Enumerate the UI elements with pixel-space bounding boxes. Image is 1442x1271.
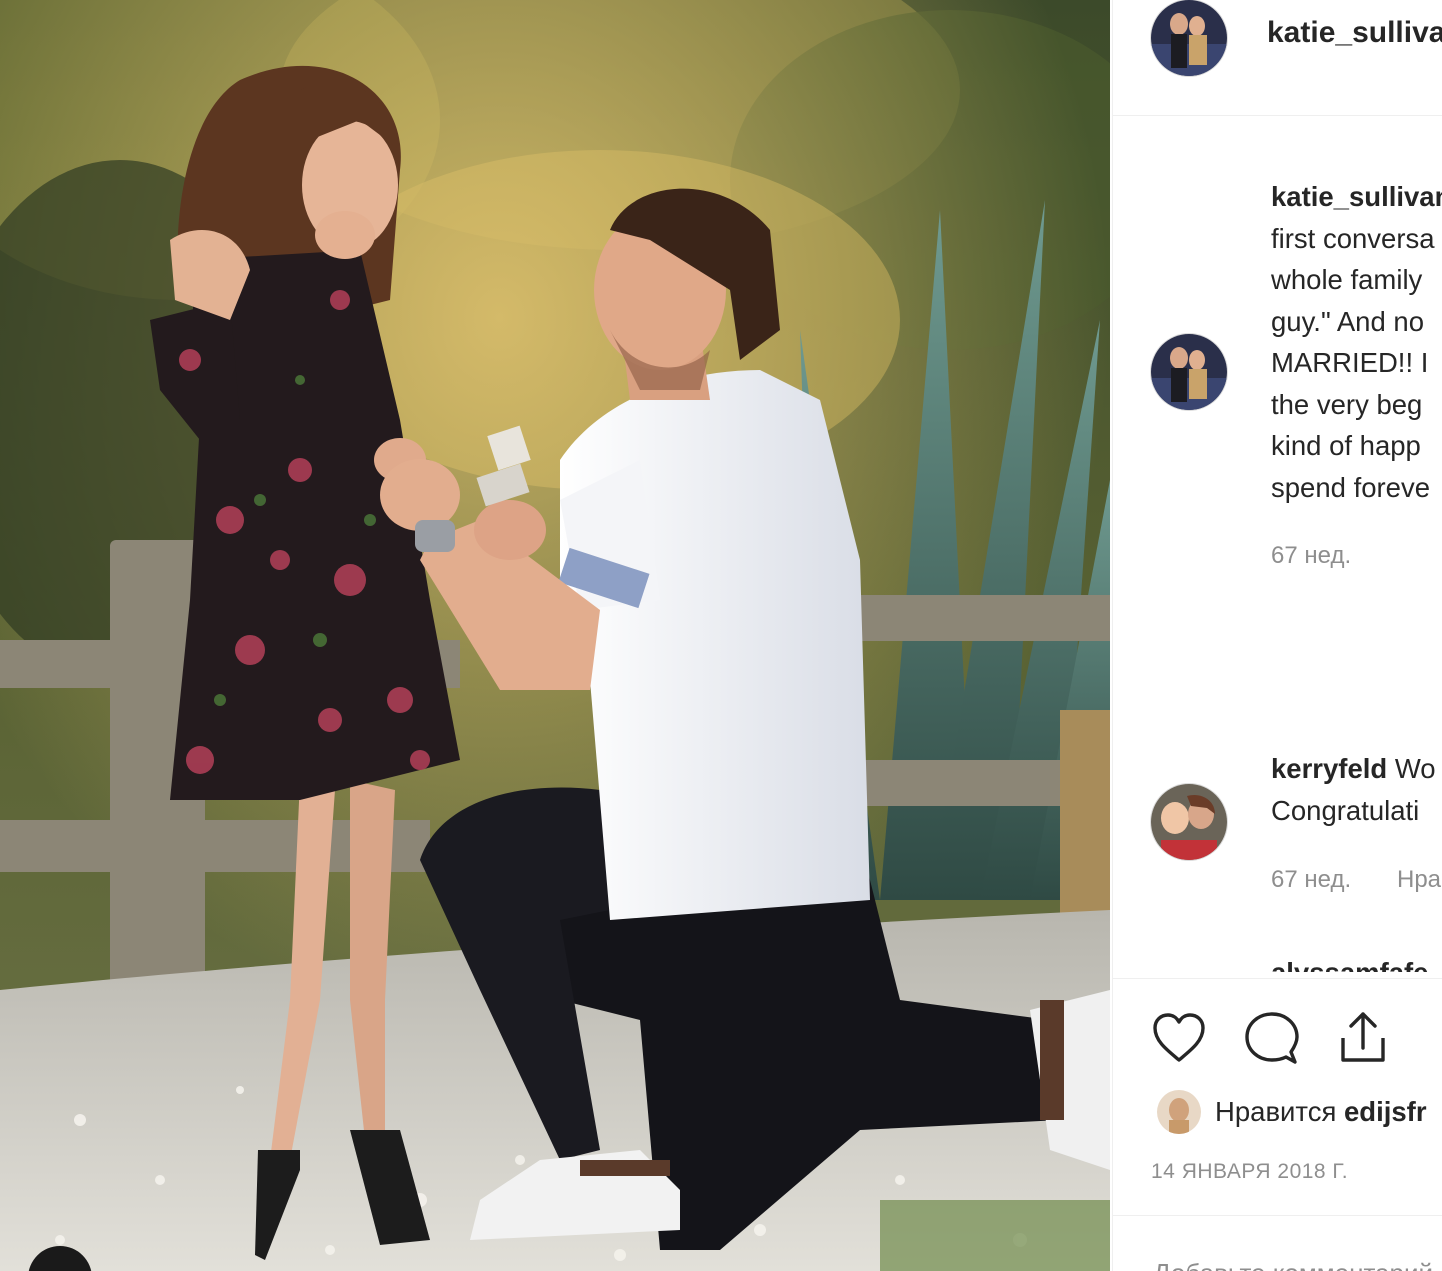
comment: kerryfeld Wo Congratulati [1271, 748, 1436, 831]
post-photo[interactable] [0, 0, 1110, 1271]
like-button[interactable] [1149, 1008, 1209, 1068]
proposal-photo-illustration [0, 0, 1110, 1271]
caption-line: kind of happ [1271, 430, 1421, 461]
comment-like-link[interactable]: Нра [1397, 866, 1441, 894]
likes-summary: Нравится edijsfr [1157, 1090, 1427, 1134]
actions-divider [1113, 978, 1442, 979]
caption-line: MARRIED!! I [1271, 347, 1429, 378]
comment-username[interactable]: kerryfeld [1271, 753, 1387, 784]
post-date[interactable]: 14 ЯНВАРЯ 2018 Г. [1151, 1160, 1348, 1184]
heart-icon [1153, 1013, 1205, 1062]
comment-timestamp[interactable]: 67 нед. [1271, 866, 1351, 894]
post-caption: katie_sullivan_ first conversa whole fam… [1271, 176, 1442, 508]
caption-timestamp[interactable]: 67 нед. [1271, 542, 1351, 570]
author-username[interactable]: katie_sullivan_ [1267, 16, 1442, 50]
commenter-avatar-image [1151, 784, 1227, 860]
comment: alyssamfafe [1271, 948, 1428, 972]
comment-text-line: Congratulati [1271, 794, 1420, 826]
caption-line: the very beg [1271, 388, 1423, 420]
caption-line: whole family [1271, 264, 1423, 295]
share-button[interactable] [1333, 1008, 1393, 1068]
comment-box-divider [1113, 1215, 1442, 1216]
share-icon [1341, 1012, 1385, 1062]
author-avatar[interactable] [1151, 0, 1227, 76]
comment-button[interactable] [1241, 1008, 1301, 1068]
caption-avatar-image [1151, 334, 1227, 410]
liker-avatar[interactable] [1157, 1090, 1201, 1134]
caption-line: first conversa [1271, 222, 1435, 254]
add-comment-input[interactable]: Добавьте комментарий... [1153, 1258, 1442, 1271]
caption-line: spend foreve [1271, 471, 1430, 503]
caption-avatar[interactable] [1151, 334, 1227, 410]
likes-username[interactable]: edijsfr [1344, 1096, 1427, 1127]
header-divider [1113, 115, 1442, 116]
commenter-avatar[interactable] [1151, 784, 1227, 860]
caption-line: guy." And no [1271, 305, 1424, 337]
comment-text: Wo [1394, 753, 1436, 784]
caption-username[interactable]: katie_sullivan_ [1271, 181, 1442, 212]
likes-prefix: Нравится [1215, 1096, 1337, 1127]
comment-username[interactable]: alyssamfafe [1271, 957, 1428, 972]
liker-avatar-image [1157, 1090, 1201, 1134]
post-side-panel: katie_sullivan_ katie_sullivan_ first co… [1112, 0, 1442, 1271]
speech-bubble-icon [1245, 1012, 1299, 1064]
author-avatar-image [1151, 0, 1227, 76]
